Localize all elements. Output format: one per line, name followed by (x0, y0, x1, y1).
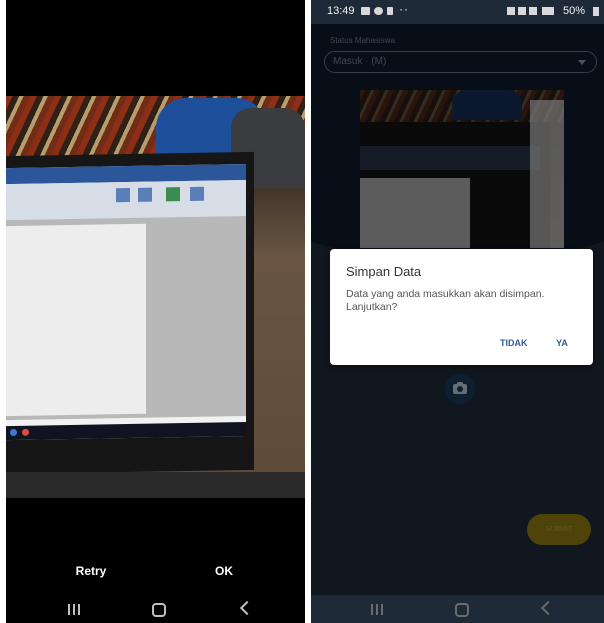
photo-document-page (6, 223, 146, 417)
photo-document-area (6, 215, 246, 421)
battery-percent: 50% (563, 5, 586, 17)
usb-icon (387, 7, 393, 15)
back-icon[interactable] (540, 600, 556, 616)
dialog-title: Simpan Data (346, 264, 422, 279)
app-notification-icon (374, 7, 383, 15)
alarm-icon (507, 7, 515, 15)
mute-icon (518, 7, 526, 15)
photo-screen (6, 163, 246, 441)
back-icon[interactable] (239, 600, 255, 616)
home-icon[interactable] (152, 603, 166, 617)
photo-word-ribbon (6, 179, 246, 221)
confirm-button[interactable]: YA (549, 334, 575, 352)
recent-apps-icon[interactable] (371, 604, 383, 615)
recent-apps-icon[interactable] (68, 604, 80, 615)
photo-laptop-base (6, 472, 305, 498)
camera-preview-screen: Retry OK (6, 0, 305, 623)
more-notifications-icon: ·· (399, 2, 409, 16)
app-screen: 13:49 ·· 50% Status Mahasiswa Masuk · (M… (311, 0, 604, 623)
captured-photo (6, 96, 305, 498)
status-time: 13:49 (327, 5, 355, 17)
battery-icon (593, 7, 599, 16)
retry-button[interactable]: Retry (66, 558, 116, 584)
photo-monitor (6, 151, 254, 475)
navigation-bar (311, 595, 604, 623)
home-icon[interactable] (455, 603, 469, 617)
navigation-bar (6, 595, 305, 623)
ok-button[interactable]: OK (202, 558, 246, 584)
status-bar: 13:49 ·· 50% (311, 0, 604, 24)
cancel-button[interactable]: TIDAK (494, 334, 530, 352)
photo-taskbar (6, 421, 246, 441)
signal-icon (542, 7, 554, 15)
gallery-icon (361, 7, 370, 15)
dialog-message: Data yang anda masukkan akan disimpan. L… (346, 288, 545, 313)
wifi-icon (529, 7, 537, 15)
save-confirm-dialog: Simpan Data Data yang anda masukkan akan… (330, 249, 593, 365)
